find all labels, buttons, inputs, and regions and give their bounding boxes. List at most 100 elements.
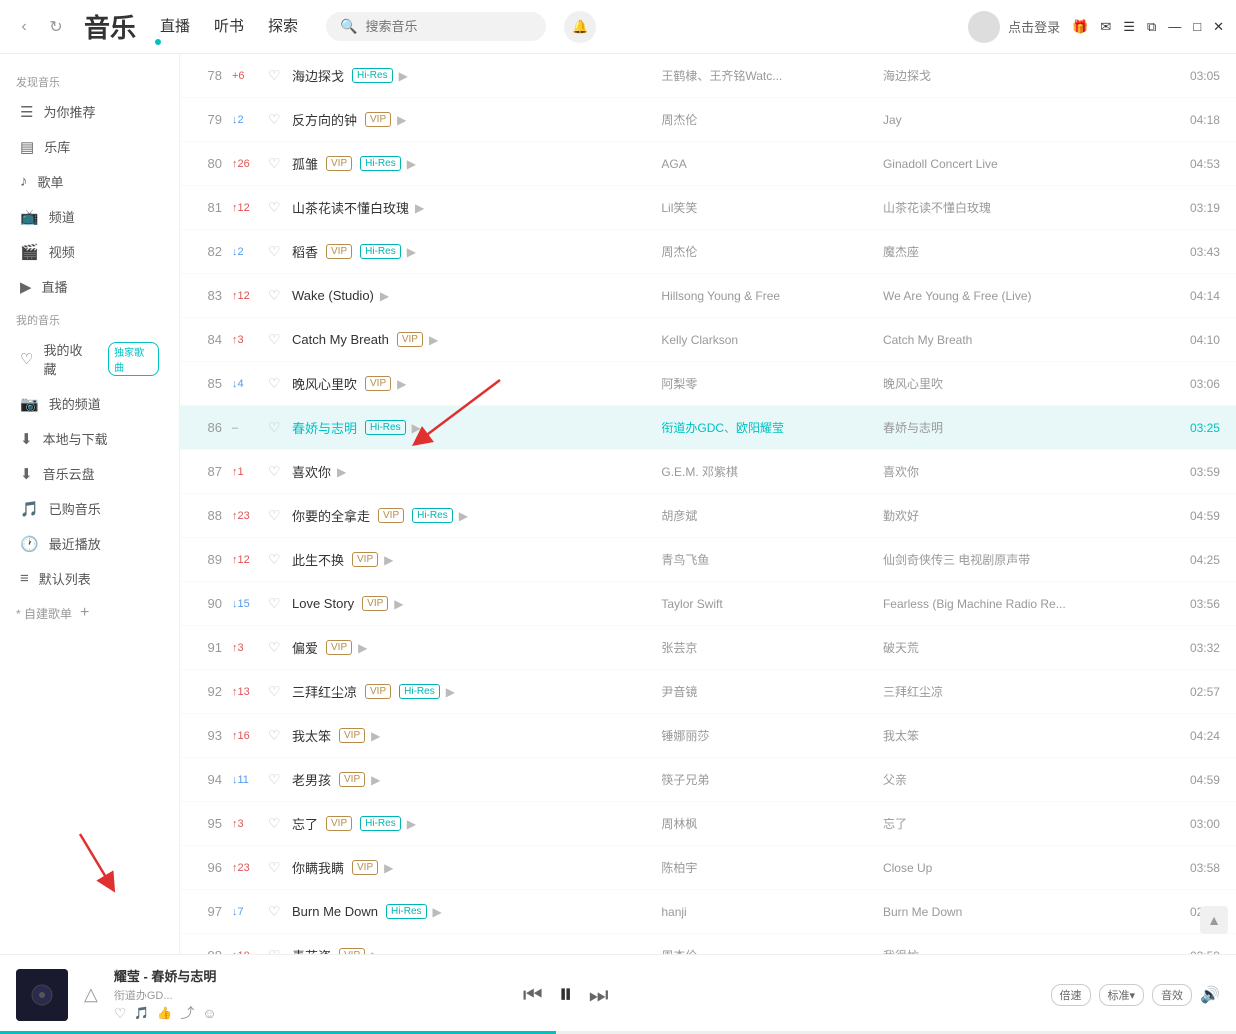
heart-button[interactable]: ♡ (268, 507, 292, 524)
bell-button[interactable]: 🔔 (564, 11, 596, 43)
play-circle-icon[interactable]: ▶ (446, 685, 455, 699)
sidebar-item-local-download[interactable]: ⬇ 本地与下载 (4, 421, 175, 456)
speed-button[interactable]: 倍速 (1051, 984, 1091, 1006)
song-title[interactable]: 你瞒我瞒VIP ▶ (292, 858, 661, 877)
heart-button[interactable]: ♡ (268, 595, 292, 612)
sidebar-item-default-list[interactable]: ≡ 默认列表 (4, 561, 175, 596)
table-row[interactable]: 89 ↑12 ♡ 此生不换VIP ▶ 青鸟飞鱼 仙剑奇侠传三 电视剧原声带 04… (180, 538, 1236, 582)
heart-button[interactable]: ♡ (268, 199, 292, 216)
sidebar-item-my-channel[interactable]: 📷 我的频道 (4, 386, 175, 421)
table-row[interactable]: 82 ↓2 ♡ 稻香VIPHi-Res ▶ 周杰伦 魔杰座 03:43 (180, 230, 1236, 274)
play-circle-icon[interactable]: ▶ (380, 289, 389, 303)
sidebar-item-channel[interactable]: 📺 频道 (4, 199, 175, 234)
table-row[interactable]: 95 ↑3 ♡ 忘了VIPHi-Res ▶ 周林枫 忘了 03:00 (180, 802, 1236, 846)
user-area[interactable]: 点击登录 (968, 11, 1060, 43)
song-title[interactable]: 晚风心里吹VIP ▶ (292, 374, 661, 393)
song-title[interactable]: 山茶花读不懂白玫瑰 ▶ (292, 198, 661, 217)
sidebar-item-playlist[interactable]: ♪ 歌单 (4, 164, 175, 199)
heart-button[interactable]: ♡ (268, 683, 292, 700)
play-circle-icon[interactable]: ▶ (394, 597, 403, 611)
player-music-icon[interactable]: 🎵 (134, 1006, 149, 1020)
song-title[interactable]: 稻香VIPHi-Res ▶ (292, 242, 661, 261)
pip-icon[interactable]: ⧉ (1147, 19, 1156, 35)
artist-link[interactable]: 衔道办GDC (661, 421, 724, 435)
heart-button[interactable]: ♡ (268, 67, 292, 84)
sidebar-item-purchased[interactable]: 🎵 已购音乐 (4, 491, 175, 526)
song-title[interactable]: 偏爱VIP ▶ (292, 638, 661, 657)
expand-icon[interactable]: △ (84, 984, 98, 1005)
play-circle-icon[interactable]: ▶ (384, 861, 393, 875)
volume-icon[interactable]: 🔊 (1200, 985, 1220, 1005)
play-circle-icon[interactable]: ▶ (407, 245, 416, 259)
song-title[interactable]: 反方向的钟VIP ▶ (292, 110, 661, 129)
play-circle-icon[interactable]: ▶ (399, 69, 408, 83)
heart-button[interactable]: ♡ (268, 639, 292, 656)
heart-button[interactable]: ♡ (268, 331, 292, 348)
sidebar-item-favorites[interactable]: ♡ 我的收藏 独家歌曲 (4, 332, 175, 386)
table-row[interactable]: 92 ↑13 ♡ 三拜红尘凉VIPHi-Res ▶ 尹音镜 三拜红尘凉 02:5… (180, 670, 1236, 714)
close-button[interactable]: ✕ (1213, 19, 1224, 35)
table-row[interactable]: 83 ↑12 ♡ Wake (Studio) ▶ Hillsong Young … (180, 274, 1236, 318)
heart-button[interactable]: ♡ (268, 947, 292, 954)
player-heart-icon[interactable]: ♡ (114, 1005, 127, 1022)
table-row[interactable]: 78 +6 ♡ 海边探戈Hi-Res ▶ 王鹤棣、王齐铭Watc... 海边探戈… (180, 54, 1236, 98)
mail-icon[interactable]: ✉ (1100, 19, 1111, 35)
table-row[interactable]: 87 ↑1 ♡ 喜欢你 ▶ G.E.M. 邓紫棋 喜欢你 03:59 (180, 450, 1236, 494)
heart-button[interactable]: ♡ (268, 463, 292, 480)
tab-audiobook[interactable]: 听书 (214, 15, 244, 38)
play-circle-icon[interactable]: ▶ (407, 157, 416, 171)
sidebar-item-library[interactable]: ▤ 乐库 (4, 129, 175, 164)
heart-button[interactable]: ♡ (268, 287, 292, 304)
song-title[interactable]: 老男孩VIP ▶ (292, 770, 661, 789)
song-title[interactable]: Wake (Studio) ▶ (292, 288, 661, 303)
play-circle-icon[interactable]: ▶ (415, 201, 424, 215)
sidebar-item-video[interactable]: 🎬 视频 (4, 234, 175, 269)
table-row[interactable]: 90 ↓15 ♡ Love StoryVIP ▶ Taylor Swift Fe… (180, 582, 1236, 626)
play-circle-icon[interactable]: ▶ (384, 553, 393, 567)
song-title[interactable]: 海边探戈Hi-Res ▶ (292, 66, 661, 85)
heart-button[interactable]: ♡ (268, 243, 292, 260)
play-circle-icon[interactable]: ▶ (433, 905, 442, 919)
player-smile-icon[interactable]: ☺ (202, 1005, 216, 1021)
refresh-button[interactable]: ↻ (44, 15, 68, 39)
sidebar-item-cloud[interactable]: ⬇ 音乐云盘 (4, 456, 175, 491)
song-title[interactable]: Catch My BreathVIP ▶ (292, 332, 661, 347)
heart-button[interactable]: ♡ (268, 727, 292, 744)
table-row[interactable]: 86 – ♡ 春娇与志明Hi-Res ▶ 衔道办GDC、欧阳耀莹 春娇与志明 0… (180, 406, 1236, 450)
heart-button[interactable]: ♡ (268, 419, 292, 436)
minimize-button[interactable]: — (1168, 19, 1181, 34)
play-circle-icon[interactable]: ▶ (358, 641, 367, 655)
song-title[interactable]: 喜欢你 ▶ (292, 462, 661, 481)
tab-explore[interactable]: 探索 (268, 15, 298, 38)
table-row[interactable]: 97 ↓7 ♡ Burn Me DownHi-Res ▶ hanji Burn … (180, 890, 1236, 934)
song-title[interactable]: 你要的全拿走VIPHi-Res ▶ (292, 506, 661, 525)
table-row[interactable]: 91 ↑3 ♡ 偏爱VIP ▶ 张芸京 破天荒 03:32 (180, 626, 1236, 670)
maximize-button[interactable]: □ (1193, 19, 1201, 34)
play-circle-icon[interactable]: ▶ (397, 113, 406, 127)
sidebar-item-recent[interactable]: 🕐 最近播放 (4, 526, 175, 561)
play-circle-icon[interactable]: ▶ (429, 333, 438, 347)
back-button[interactable]: ‹ (12, 15, 36, 39)
create-playlist-button[interactable]: + (80, 604, 89, 622)
table-row[interactable]: 94 ↓11 ♡ 老男孩VIP ▶ 筷子兄弟 父亲 04:59 (180, 758, 1236, 802)
table-row[interactable]: 88 ↑23 ♡ 你要的全拿走VIPHi-Res ▶ 胡彦斌 勤欢好 04:59 (180, 494, 1236, 538)
effects-button[interactable]: 音效 (1152, 984, 1192, 1006)
prev-button[interactable]: ⏮ (523, 982, 543, 1008)
pause-button[interactable]: ⏸ (559, 978, 573, 1011)
play-circle-icon[interactable]: ▶ (371, 773, 380, 787)
song-title[interactable]: 春娇与志明Hi-Res ▶ (292, 418, 661, 437)
heart-button[interactable]: ♡ (268, 375, 292, 392)
heart-button[interactable]: ♡ (268, 815, 292, 832)
table-row[interactable]: 80 ↑26 ♡ 孤雏VIPHi-Res ▶ AGA Ginadoll Conc… (180, 142, 1236, 186)
song-title[interactable]: 此生不换VIP ▶ (292, 550, 661, 569)
song-title[interactable]: 忘了VIPHi-Res ▶ (292, 814, 661, 833)
heart-button[interactable]: ♡ (268, 155, 292, 172)
play-circle-icon[interactable]: ▶ (371, 729, 380, 743)
quality-button[interactable]: 标准▾ (1099, 984, 1145, 1006)
heart-button[interactable]: ♡ (268, 111, 292, 128)
table-row[interactable]: 79 ↓2 ♡ 反方向的钟VIP ▶ 周杰伦 Jay 04:18 (180, 98, 1236, 142)
sidebar-item-recommend[interactable]: ☰ 为你推荐 (4, 94, 175, 129)
table-row[interactable]: 93 ↑16 ♡ 我太笨VIP ▶ 锤娜丽莎 我太笨 04:24 (180, 714, 1236, 758)
next-button[interactable]: ⏭ (589, 982, 609, 1008)
gift-icon[interactable]: 🎁 (1072, 19, 1088, 35)
